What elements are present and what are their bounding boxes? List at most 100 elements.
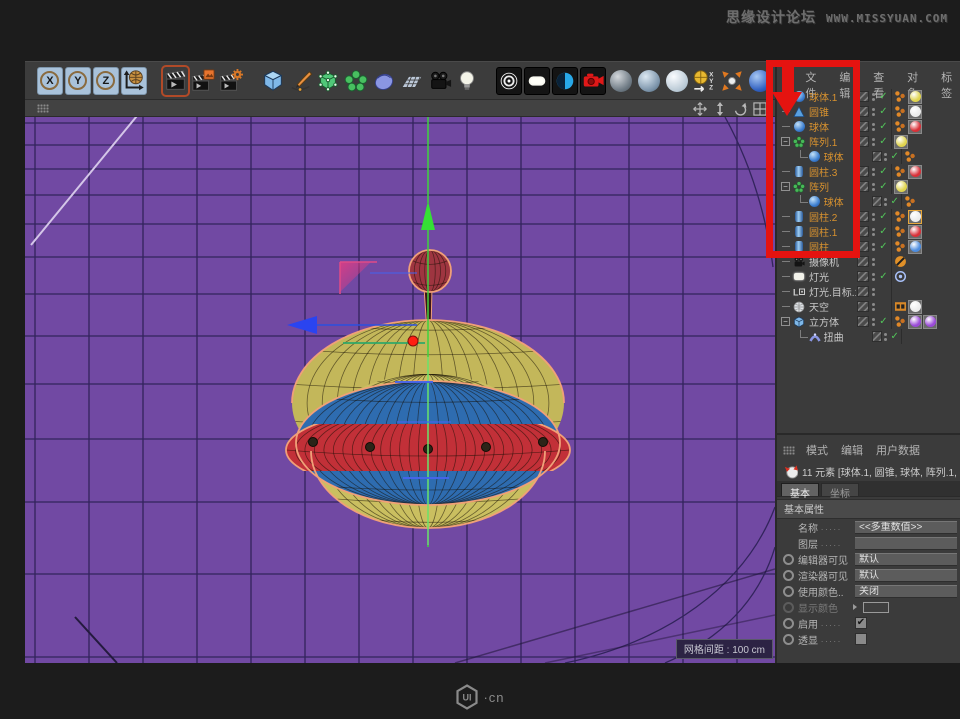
enabled-check-icon[interactable]: ✓ [877, 181, 890, 192]
half-shade-mode-button[interactable] [552, 67, 578, 95]
layer-toggle[interactable] [857, 301, 869, 312]
visibility-dots[interactable] [869, 288, 877, 296]
add-deformer-button[interactable] [371, 67, 397, 95]
keyframe-circle[interactable] [783, 570, 794, 581]
material-tag[interactable] [908, 225, 922, 239]
visibility-dots[interactable] [882, 333, 889, 341]
tab-1[interactable]: 坐标 [821, 483, 859, 496]
attribute-manager-menu-2[interactable]: 用户数据 [876, 442, 920, 458]
phong-tag-icon[interactable] [894, 90, 907, 103]
object-name[interactable]: 阵列 [809, 179, 856, 194]
object-name[interactable]: 圆柱.2 [809, 209, 856, 224]
material-tag[interactable] [894, 135, 908, 149]
object-row[interactable]: 摄像机 [777, 254, 960, 269]
material-tag[interactable] [908, 165, 922, 179]
object-name[interactable]: 圆柱 [809, 239, 856, 254]
material-tag[interactable] [923, 315, 937, 329]
object-name[interactable]: 灯光 [809, 269, 856, 284]
add-primitive-cube-button[interactable] [260, 67, 286, 95]
toggle-view-icon[interactable] [753, 102, 767, 115]
visibility-dots[interactable] [869, 168, 877, 176]
x-axis-lock-button[interactable]: X [37, 67, 63, 95]
shading-sphere-gouraud-button[interactable] [608, 67, 634, 95]
z-axis-lock-button[interactable]: Z [93, 67, 119, 95]
phong-tag-icon[interactable] [894, 315, 907, 328]
visibility-dots[interactable] [869, 273, 877, 281]
attribute-checkbox[interactable]: ✔ [855, 617, 867, 629]
expand-toggle-icon[interactable]: − [781, 137, 790, 146]
visibility-dots[interactable] [869, 138, 877, 146]
area-light-mode-button[interactable] [524, 67, 550, 95]
object-name[interactable]: 天空 [809, 299, 856, 314]
material-tag[interactable] [908, 210, 922, 224]
shading-sphere-wire-button[interactable] [664, 67, 690, 95]
phong-tag-icon[interactable] [894, 210, 907, 223]
viewport-scene[interactable] [25, 117, 775, 663]
expand-toggle-icon[interactable]: − [781, 182, 790, 191]
visibility-dots[interactable] [869, 303, 877, 311]
compositing-tag-icon[interactable] [894, 300, 907, 313]
enabled-check-icon[interactable]: ✓ [877, 121, 890, 132]
enabled-check-icon[interactable]: ✓ [877, 316, 890, 327]
layer-toggle[interactable] [857, 286, 869, 297]
object-row[interactable]: 圆柱.3✓ [777, 164, 960, 179]
object-name[interactable]: 摄像机 [809, 254, 856, 269]
object-name[interactable]: 立方体 [809, 314, 856, 329]
attribute-dropdown[interactable]: 默认 [855, 553, 957, 566]
add-camera-button[interactable] [427, 67, 453, 95]
visibility-dots[interactable] [869, 318, 877, 326]
keyframe-circle[interactable] [783, 602, 794, 613]
object-name[interactable]: 扭曲 [824, 329, 871, 344]
add-environment-floor-button[interactable] [399, 67, 425, 95]
material-tag[interactable] [908, 90, 922, 104]
dolly-icon[interactable] [713, 102, 727, 115]
object-name[interactable]: 阵列.1 [809, 134, 856, 149]
layer-toggle[interactable] [857, 121, 869, 132]
object-name[interactable]: 球体 [824, 194, 871, 209]
visibility-dots[interactable] [882, 153, 889, 161]
attribute-input[interactable] [855, 537, 957, 550]
phong-tag-icon[interactable] [894, 120, 907, 133]
material-tag[interactable] [908, 240, 922, 254]
enabled-check-icon[interactable]: ✓ [877, 106, 890, 117]
add-light-button[interactable] [454, 67, 480, 95]
attribute-dropdown[interactable]: 关闭 [855, 585, 957, 598]
coordinates-manager-button[interactable]: XYZ [692, 67, 718, 95]
material-tag[interactable] [908, 105, 922, 119]
keyframe-circle[interactable] [783, 554, 794, 565]
visibility-dots[interactable] [869, 213, 877, 221]
enabled-check-icon[interactable]: ✓ [877, 136, 890, 147]
keyframe-circle[interactable] [783, 634, 794, 645]
layer-toggle[interactable] [857, 166, 869, 177]
add-spline-pen-button[interactable] [288, 67, 314, 95]
pan-icon[interactable] [693, 102, 707, 115]
object-row[interactable]: 圆柱 ✓ [777, 239, 960, 254]
enabled-check-icon[interactable]: ✓ [889, 331, 900, 342]
panel-grip-icon[interactable] [783, 446, 795, 455]
coordinate-system-button[interactable] [121, 67, 147, 95]
object-row[interactable]: − 阵列 ✓ [777, 179, 960, 194]
visibility-dots[interactable] [869, 183, 877, 191]
enabled-check-icon[interactable]: ✓ [877, 166, 890, 177]
keyframe-circle[interactable] [783, 586, 794, 597]
object-row[interactable]: 天空 [777, 299, 960, 314]
layer-toggle[interactable] [872, 151, 883, 162]
attribute-checkbox[interactable] [855, 633, 867, 645]
object-name[interactable]: 球体 [809, 119, 856, 134]
layer-toggle[interactable] [857, 181, 869, 192]
y-axis-lock-button[interactable]: Y [65, 67, 91, 95]
attribute-manager-menu-0[interactable]: 模式 [806, 442, 828, 458]
enabled-check-icon[interactable]: ✓ [877, 241, 890, 252]
object-row[interactable]: 扭曲 ✓ [777, 329, 960, 344]
phong-tag-icon[interactable] [904, 195, 917, 208]
object-row[interactable]: 球体✓ [777, 149, 960, 164]
color-swatch[interactable] [863, 602, 889, 613]
visibility-dots[interactable] [869, 123, 877, 131]
visibility-dots[interactable] [869, 258, 877, 266]
object-name[interactable]: 圆柱.1 [809, 224, 856, 239]
object-name[interactable]: 灯光.目标.1 [809, 284, 856, 299]
layer-toggle[interactable] [857, 316, 869, 327]
material-tag[interactable] [894, 180, 908, 194]
viewport-grip-icon[interactable] [37, 104, 49, 113]
layer-toggle[interactable] [872, 196, 883, 207]
